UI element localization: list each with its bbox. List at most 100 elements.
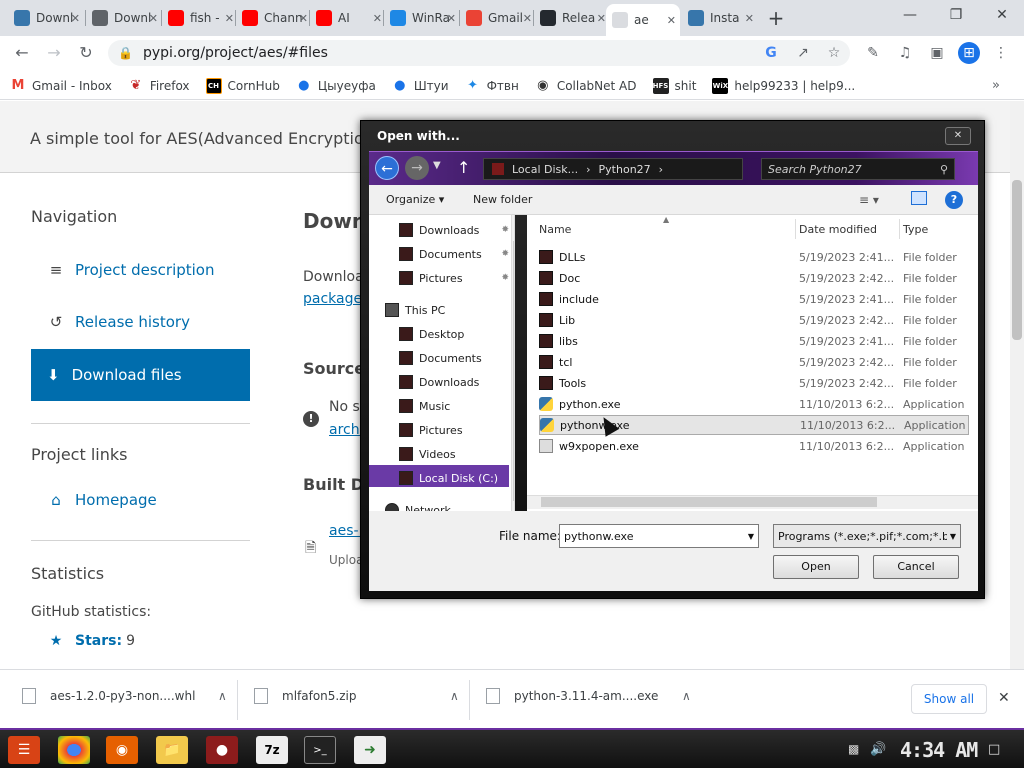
dialog-search-input[interactable]: Search Python27 ⚲ xyxy=(761,158,955,180)
column-type[interactable]: Type xyxy=(903,223,928,236)
profile-avatar[interactable]: ⊞ xyxy=(958,42,980,64)
arrow-app-icon[interactable]: ➜ xyxy=(354,736,386,764)
tab-close-icon[interactable]: ✕ xyxy=(149,12,158,25)
browser-tab[interactable]: Relea ✕ xyxy=(534,4,610,32)
help-icon[interactable]: ? xyxy=(945,191,963,209)
column-name[interactable]: Name xyxy=(539,223,571,236)
new-tab-button[interactable]: + xyxy=(762,6,790,30)
file-type-select[interactable]: Programs (*.exe;*.pif;*.com;*.ba ▼ xyxy=(773,524,961,548)
bookmark-item[interactable]: WiX help99233 | help9... xyxy=(712,77,855,94)
download-item[interactable]: python-3.11.4-am....exe ∧ xyxy=(486,688,691,704)
tab-close-icon[interactable]: ✕ xyxy=(745,12,754,25)
browser-tab[interactable]: WinRa ✕ xyxy=(384,4,460,32)
bookmark-star-icon[interactable]: ☆ xyxy=(823,42,845,64)
browser-tab[interactable]: AI ✕ xyxy=(310,4,386,32)
nav-pane-item[interactable]: Downloads xyxy=(399,371,509,393)
organize-button[interactable]: Organize ▾ xyxy=(386,193,444,206)
nav-pane-item[interactable]: Downloads ✸ xyxy=(399,219,509,241)
breadcrumb-local-disk[interactable]: Local Disk... xyxy=(512,163,578,176)
project-description-link[interactable]: ≡ Project description xyxy=(47,261,215,279)
nav-pane-item[interactable]: Music xyxy=(399,395,509,417)
nav-pane-item[interactable]: Videos xyxy=(399,443,509,465)
breadcrumb-python27[interactable]: Python27 xyxy=(599,163,651,176)
file-row[interactable]: Lib 5/19/2023 2:42... File folder xyxy=(539,310,969,330)
extensions-icon[interactable]: ✎ xyxy=(862,42,884,64)
nav-pane-item[interactable]: Pictures xyxy=(399,419,509,441)
nav-pane-item[interactable]: Documents ✸ xyxy=(399,243,509,265)
new-folder-button[interactable]: New folder xyxy=(473,193,532,206)
side-panel-icon[interactable]: ▣ xyxy=(926,42,948,64)
notifications-icon[interactable]: □ xyxy=(988,742,1000,757)
file-row[interactable]: DLLs 5/19/2023 2:41... File folder xyxy=(539,247,969,267)
nav-pane-item[interactable]: This PC xyxy=(385,299,495,321)
packages-link[interactable]: package xyxy=(303,291,362,307)
tab-close-icon[interactable]: ✕ xyxy=(373,12,382,25)
download-files-link[interactable]: ⬇ Download files xyxy=(31,349,250,401)
chevron-up-icon[interactable]: ∧ xyxy=(682,689,691,703)
bookmark-item[interactable]: M Gmail - Inbox xyxy=(10,78,112,94)
share-icon[interactable]: ↗ xyxy=(792,42,814,64)
tab-close-icon[interactable]: ✕ xyxy=(71,12,80,25)
close-downloads-icon[interactable]: ✕ xyxy=(998,690,1010,706)
network-icon[interactable]: ▩ xyxy=(848,742,859,756)
dialog-path-box[interactable]: Local Disk... › Python27 › xyxy=(483,158,743,180)
up-arrow-icon[interactable]: ↑ xyxy=(457,158,470,177)
homepage-link[interactable]: ⌂ Homepage xyxy=(47,491,157,509)
tab-close-icon[interactable]: ✕ xyxy=(667,14,676,27)
download-item[interactable]: mlfafon5.zip ∧ xyxy=(254,688,459,704)
chrome-icon[interactable] xyxy=(58,736,90,764)
file-list-hscroll-thumb[interactable] xyxy=(541,497,877,507)
browser-tab[interactable]: Downl ✕ xyxy=(86,4,162,32)
bookmark-item[interactable]: CH CornHub xyxy=(205,77,280,94)
bookmark-item[interactable]: HFS shit xyxy=(652,77,696,94)
folder-icon[interactable]: 📁 xyxy=(156,736,188,764)
file-row[interactable]: w9xpopen.exe 11/10/2013 6:2... Application xyxy=(539,436,969,456)
reload-button[interactable]: ↻ xyxy=(74,42,98,64)
volume-icon[interactable]: 🔊 xyxy=(870,742,886,757)
file-row[interactable]: python.exe 11/10/2013 6:2... Application xyxy=(539,394,969,414)
nav-pane-item[interactable]: Local Disk (C:) xyxy=(399,467,509,489)
nav-pane-item[interactable]: Documents xyxy=(399,347,509,369)
bookmark-item[interactable]: ● Цыуеуфа xyxy=(296,78,376,94)
file-name-input[interactable]: pythonw.exe ▼ xyxy=(559,524,759,548)
bookmark-item[interactable]: ◉ CollabNet AD xyxy=(535,78,636,94)
firefox-icon[interactable]: ◉ xyxy=(106,736,138,764)
tab-close-icon[interactable]: ✕ xyxy=(225,12,234,25)
release-history-link[interactable]: ↺ Release history xyxy=(47,313,190,331)
bookmark-item[interactable]: ● Штуи xyxy=(392,78,448,94)
tab-close-icon[interactable]: ✕ xyxy=(523,12,532,25)
google-lens-icon[interactable]: G xyxy=(760,42,782,64)
file-row[interactable]: include 5/19/2023 2:41... File folder xyxy=(539,289,969,309)
github-stars-link[interactable]: ★ Stars: 9 xyxy=(47,633,135,649)
tab-close-icon[interactable]: ✕ xyxy=(447,12,456,25)
file-row[interactable]: Doc 5/19/2023 2:42... File folder xyxy=(539,268,969,288)
browser-tab[interactable]: fish - ✕ xyxy=(162,4,238,32)
view-options-icon[interactable]: ≡ ▾ xyxy=(859,193,879,207)
preview-pane-icon[interactable] xyxy=(911,191,927,205)
forward-button[interactable]: → xyxy=(42,42,66,64)
7zip-icon[interactable]: 7z xyxy=(256,736,288,764)
address-bar[interactable]: 🔒 pypi.org/project/aes/#files xyxy=(108,40,850,66)
terminal-icon[interactable]: >_ xyxy=(304,736,336,764)
tab-close-icon[interactable]: ✕ xyxy=(299,12,308,25)
browser-tab[interactable]: Downl ✕ xyxy=(8,4,84,32)
file-row[interactable]: tcl 5/19/2023 2:42... File folder xyxy=(539,352,969,372)
menu-kebab-icon[interactable]: ⋮ xyxy=(990,42,1012,64)
browser-tab[interactable]: Gmail ✕ xyxy=(460,4,536,32)
download-item[interactable]: aes-1.2.0-py3-non....whl ∧ xyxy=(22,688,227,704)
back-button[interactable]: ← xyxy=(10,42,34,64)
history-dropdown-icon[interactable]: ▼ xyxy=(433,160,441,171)
column-date-modified[interactable]: Date modified xyxy=(799,223,877,236)
dialog-close-button[interactable]: ✕ xyxy=(945,127,971,145)
close-window-button[interactable]: ✕ xyxy=(982,4,1022,28)
dialog-back-icon[interactable]: ← xyxy=(375,156,399,180)
browser-tab[interactable]: ae ✕ xyxy=(606,4,680,36)
app-icon[interactable]: ● xyxy=(206,736,238,764)
file-row[interactable]: libs 5/19/2023 2:41... File folder xyxy=(539,331,969,351)
nav-pane-item[interactable]: Pictures ✸ xyxy=(399,267,509,289)
show-all-button[interactable]: Show all xyxy=(911,684,987,714)
page-scrollbar-thumb[interactable] xyxy=(1012,180,1022,340)
media-icon[interactable]: ♫ xyxy=(894,42,916,64)
bookmark-item[interactable]: ❦ Firefox xyxy=(128,78,189,94)
file-row[interactable]: Tools 5/19/2023 2:42... File folder xyxy=(539,373,969,393)
